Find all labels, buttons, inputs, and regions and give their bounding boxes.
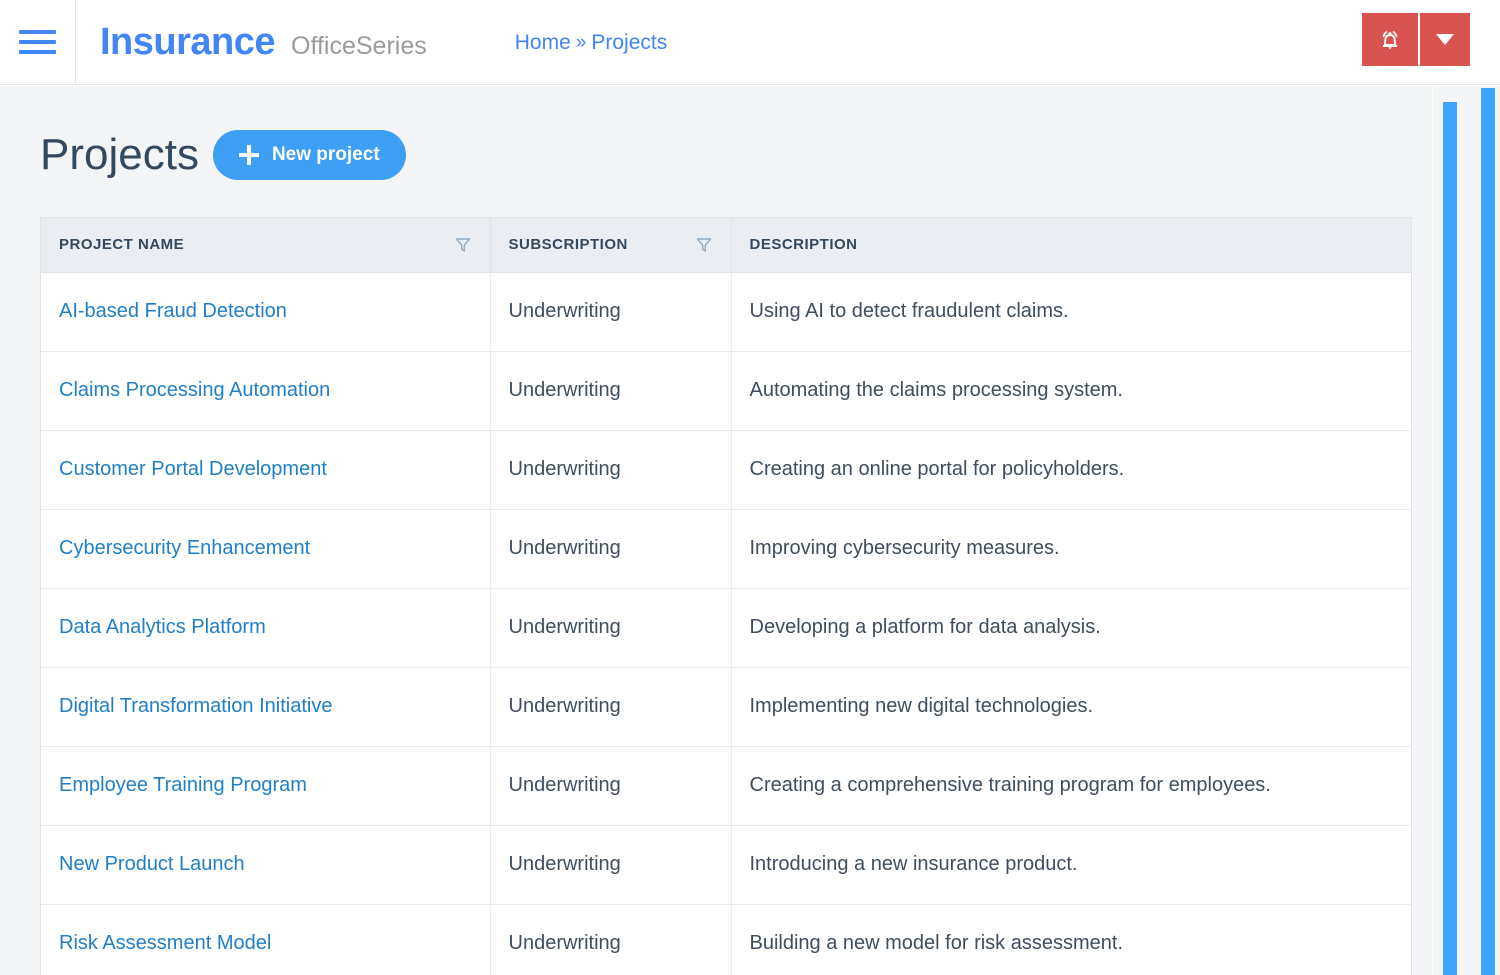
plus-icon: [238, 145, 259, 165]
table-row: AI-based Fraud Detection Underwriting Usin…: [41, 272, 1411, 352]
cell-subscription: Underwriting: [490, 825, 732, 905]
table-row: Data Analytics Platform Underwriting Devel…: [41, 588, 1411, 668]
filter-funnel-icon-project-name[interactable]: [454, 236, 472, 254]
cell-description: Improving cybersecurity measures.: [731, 509, 1411, 589]
page-header-row: Projects New project: [0, 86, 1432, 180]
project-link[interactable]: Risk Assessment Model: [59, 932, 271, 954]
cell-description: Implementing new digital technologies.: [731, 667, 1411, 747]
hamburger-bar: [19, 50, 56, 54]
notifications-dropdown-button[interactable]: [1420, 13, 1470, 66]
cell-subscription: Underwriting: [490, 904, 732, 975]
table-row: Digital Transformation Initiative Underwr…: [41, 667, 1411, 747]
breadcrumb: Home » Projects: [515, 32, 667, 53]
cell-project-name: Risk Assessment Model: [41, 904, 491, 975]
cell-description: Building a new model for risk assessment…: [731, 904, 1411, 975]
hamburger-bar: [19, 40, 56, 44]
breadcrumb-separator: »: [575, 31, 587, 53]
column-header-project-name[interactable]: PROJECT NAME: [41, 218, 491, 273]
project-link[interactable]: New Product Launch: [59, 853, 245, 875]
page-title: Projects: [40, 130, 199, 179]
brand-suffix: OfficeSeries: [291, 32, 427, 60]
new-project-button-label: New project: [271, 144, 380, 165]
brand-name: Insurance: [100, 21, 276, 63]
cell-description: Introducing a new insurance product.: [731, 825, 1411, 905]
project-link[interactable]: Employee Training Program: [59, 774, 307, 796]
cell-subscription: Underwriting: [490, 667, 732, 747]
cell-subscription: Underwriting: [490, 272, 732, 352]
column-header-subscription[interactable]: SUBSCRIPTION: [490, 218, 732, 273]
bell-ringing-icon: [1382, 30, 1398, 49]
cell-project-name: Digital Transformation Initiative: [41, 667, 491, 747]
cell-project-name: Customer Portal Development: [41, 430, 491, 510]
cell-subscription: Underwriting: [490, 588, 732, 668]
column-header-label: PROJECT NAME: [59, 236, 185, 254]
table-header-row: PROJECT NAME SUBSCRIPTION DESCRIPTION: [41, 218, 1411, 273]
brand-logo[interactable]: Insurance OfficeSeries: [100, 23, 427, 61]
projects-table-container: PROJECT NAME SUBSCRIPTION DESCRIPTION AI…: [40, 217, 1412, 975]
cell-description: Developing a platform for data analysis.: [731, 588, 1411, 668]
notifications-button[interactable]: [1362, 13, 1420, 66]
cell-subscription: Underwriting: [490, 430, 732, 510]
projects-table: PROJECT NAME SUBSCRIPTION DESCRIPTION AI…: [41, 218, 1411, 975]
cell-description: Automating the claims processing system.: [731, 351, 1411, 431]
projects-table-body: AI-based Fraud Detection Underwriting Usin…: [41, 272, 1411, 975]
projects-table-head: PROJECT NAME SUBSCRIPTION DESCRIPTION: [41, 218, 1411, 273]
cell-description: Using AI to detect fraudulent claims.: [731, 272, 1411, 352]
table-row: Cybersecurity Enhancement Underwriting Imp…: [41, 509, 1411, 589]
caret-down-icon: [1436, 34, 1454, 45]
cell-project-name: Cybersecurity Enhancement: [41, 509, 491, 589]
table-row: Claims Processing Automation Underwriting…: [41, 351, 1411, 431]
project-link[interactable]: Claims Processing Automation: [59, 379, 330, 401]
project-link[interactable]: Digital Transformation Initiative: [59, 695, 332, 717]
project-link[interactable]: Customer Portal Development: [59, 458, 327, 480]
cell-project-name: AI-based Fraud Detection: [41, 272, 491, 352]
cell-description: Creating an online portal for policyhold…: [731, 430, 1411, 510]
cell-subscription: Underwriting: [490, 746, 732, 826]
cell-project-name: Claims Processing Automation: [41, 351, 491, 431]
column-header-label: DESCRIPTION: [749, 236, 858, 254]
filter-funnel-icon-subscription[interactable]: [695, 236, 713, 254]
hamburger-menu-icon[interactable]: [0, 0, 76, 85]
project-link[interactable]: Cybersecurity Enhancement: [59, 537, 310, 559]
cell-description: Creating a comprehensive training progra…: [731, 746, 1411, 826]
table-row: Risk Assessment Model Underwriting Buildin…: [41, 904, 1411, 975]
column-header-description[interactable]: DESCRIPTION: [731, 218, 1411, 273]
project-link[interactable]: Data Analytics Platform: [59, 616, 266, 638]
cell-project-name: Data Analytics Platform: [41, 588, 491, 668]
cell-project-name: New Product Launch: [41, 825, 491, 905]
cell-subscription: Underwriting: [490, 351, 732, 431]
table-row: New Product Launch Underwriting Introducin…: [41, 825, 1411, 905]
table-row: Customer Portal Development Underwriting C…: [41, 430, 1411, 510]
breadcrumb-link-home[interactable]: Home: [515, 32, 571, 53]
breadcrumb-link-projects[interactable]: Projects: [591, 32, 667, 53]
outer-scrollbar-thumb[interactable]: [1481, 88, 1495, 975]
table-row: Employee Training Program Underwriting Cre…: [41, 746, 1411, 826]
top-header-bar: Insurance OfficeSeries Home » Projects: [0, 0, 1500, 85]
cell-project-name: Employee Training Program: [41, 746, 491, 826]
new-project-button[interactable]: New project: [212, 130, 406, 180]
project-link[interactable]: AI-based Fraud Detection: [59, 300, 287, 322]
hamburger-bar: [19, 30, 56, 34]
page-content: Projects New project PROJECT NAME SUBSCR…: [0, 86, 1432, 975]
inner-scrollbar-thumb[interactable]: [1443, 102, 1457, 975]
header-actions: [1362, 13, 1470, 66]
cell-subscription: Underwriting: [490, 509, 732, 589]
column-header-label: SUBSCRIPTION: [508, 236, 628, 254]
